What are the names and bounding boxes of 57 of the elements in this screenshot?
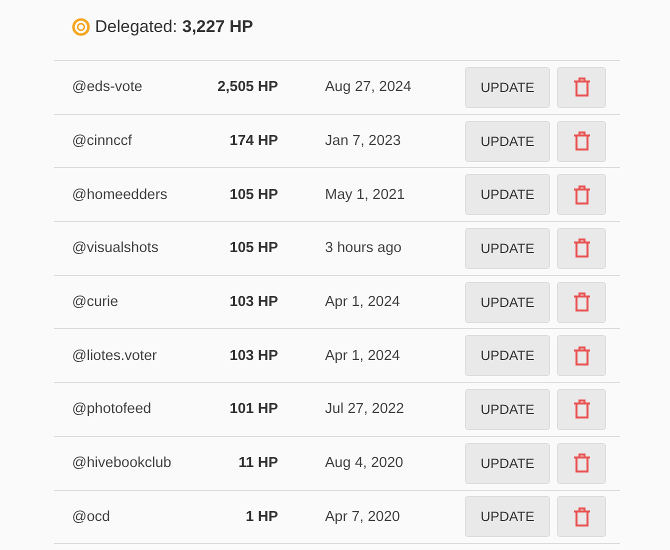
trash-icon (572, 346, 590, 366)
trash-icon (572, 453, 590, 474)
delegated-amount: 103 HP (228, 294, 278, 310)
delegation-date: Jul 27, 2022 (325, 401, 406, 418)
account-name: @cinnccf (71, 133, 133, 150)
trash-icon (572, 399, 590, 420)
delete-button[interactable] (557, 335, 606, 376)
trash-icon (572, 292, 590, 312)
update-button[interactable]: UPDATE (465, 174, 550, 216)
delegation-date: Aug 27, 2024 (325, 79, 412, 96)
account-name: @curie (71, 294, 120, 310)
delegated-amount: 103 HP (228, 348, 278, 364)
account-name: @eds-vote (71, 79, 144, 96)
delegated-amount: 11 HP (238, 455, 278, 472)
account-name: @visualshots (71, 240, 160, 256)
delete-button[interactable] (557, 120, 606, 162)
delegated-total: 3,227 HP (182, 17, 254, 37)
delegated-amount: 2,505 HP (216, 79, 278, 96)
update-button[interactable]: UPDATE (465, 388, 550, 430)
delete-button[interactable] (557, 228, 606, 269)
delete-button[interactable] (557, 66, 606, 108)
trash-icon (572, 184, 590, 205)
account-name: @hivebookclub (71, 455, 172, 472)
delete-button[interactable] (557, 388, 606, 430)
delegation-date: 3 hours ago (325, 240, 403, 256)
delegated-label: Delegated: (95, 17, 178, 37)
delegated-amount: 1 HP (244, 508, 278, 525)
delegated-amount: 101 HP (228, 401, 278, 418)
delete-button[interactable] (557, 282, 606, 323)
coin-icon (72, 18, 90, 36)
delegation-date: Apr 1, 2024 (325, 348, 401, 364)
update-button[interactable]: UPDATE (465, 228, 550, 269)
update-button[interactable]: UPDATE (465, 442, 550, 484)
delete-button[interactable] (557, 496, 606, 538)
delegation-date: Apr 7, 2020 (325, 508, 401, 525)
trash-icon (572, 131, 590, 152)
trash-icon (572, 238, 590, 258)
trash-icon (572, 506, 590, 527)
account-name: @liotes.voter (71, 348, 158, 364)
update-button[interactable]: UPDATE (465, 282, 550, 323)
delete-button[interactable] (557, 442, 606, 484)
delegation-date: May 1, 2021 (325, 186, 406, 203)
trash-icon (572, 77, 590, 98)
delete-button[interactable] (557, 174, 606, 216)
update-button[interactable]: UPDATE (465, 120, 550, 162)
delegated-amount: 174 HP (228, 133, 278, 150)
account-name: @homeedders (71, 186, 168, 203)
update-button[interactable]: UPDATE (465, 335, 550, 376)
delegated-amount: 105 HP (228, 186, 278, 203)
delegated-amount: 105 HP (228, 240, 278, 256)
account-name: @ocd (71, 508, 112, 525)
delegation-date: Jan 7, 2023 (325, 133, 402, 150)
update-button[interactable]: UPDATE (465, 66, 550, 108)
update-button[interactable]: UPDATE (465, 496, 550, 538)
delegation-date: Apr 1, 2024 (325, 294, 401, 310)
account-name: @photofeed (71, 401, 152, 418)
delegation-date: Aug 4, 2020 (325, 455, 404, 472)
